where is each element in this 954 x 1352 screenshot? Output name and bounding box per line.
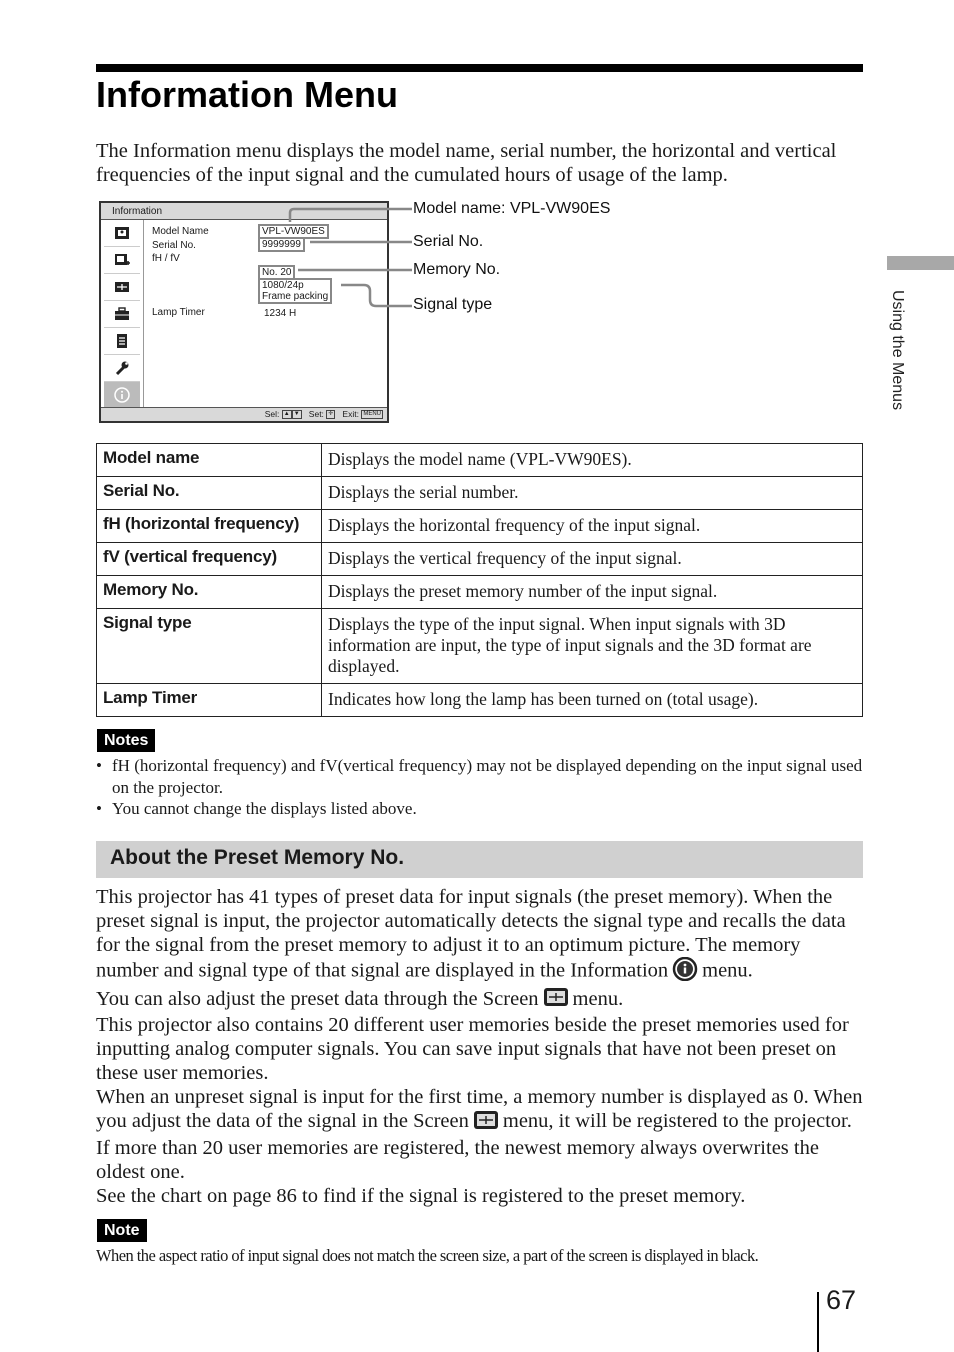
table-item: fV (vertical frequency) (96, 542, 322, 576)
table-item: Memory No. (96, 575, 322, 609)
chapter-tab (887, 256, 954, 270)
section-body: This projector has 41 types of preset da… (96, 885, 866, 1208)
body-text: menu. (572, 988, 624, 1010)
note-text: When the aspect ratio of input signal do… (96, 1246, 759, 1265)
table-description: Displays the vertical frequency of the i… (321, 542, 863, 576)
table-row: Signal type Displays the type of the inpu… (96, 608, 863, 684)
table-row: Model name Displays the model name (VPL-V… (96, 443, 863, 477)
body-paragraph: This projector has 41 types of preset da… (96, 885, 866, 987)
table-description: Displays the model name (VPL-VW90ES). (321, 443, 863, 477)
section-header: About the Preset Memory No. (96, 841, 863, 878)
callout-line-signal (341, 283, 412, 308)
table-row: Lamp Timer Indicates how long the lamp ha… (96, 683, 863, 717)
table-description: Displays the horizontal frequency of the… (321, 509, 863, 543)
table-description: Displays the preset memory number of the… (321, 575, 863, 609)
table-row: fV (vertical frequency) Displays the vert… (96, 542, 863, 576)
notes-badge: Notes (97, 729, 156, 752)
callout-memory-no: Memory No. (413, 261, 501, 278)
table-row: Serial No. Displays the serial number. (96, 476, 863, 510)
page-number-rule (817, 1292, 819, 1352)
table-item: Lamp Timer (96, 683, 322, 717)
information-icon (672, 956, 698, 987)
table-item: fH (horizontal frequency) (96, 509, 322, 543)
body-text: menu. (702, 959, 753, 982)
callout-line-model (288, 207, 412, 222)
body-paragraph: You can also adjust the preset data thro… (96, 987, 866, 1013)
information-items-table: Model name Displays the model name (VPL-V… (96, 443, 863, 717)
table-description: Indicates how long the lamp has been tur… (321, 683, 863, 717)
screen-icon (473, 1110, 499, 1136)
note-item: fH (horizontal frequency) and fV(vertica… (96, 755, 866, 798)
section-title: About the Preset Memory No. (110, 846, 405, 869)
note-badge: Note (97, 1219, 147, 1242)
table-description: Displays the serial number. (321, 476, 863, 510)
table-item: Serial No. (96, 476, 322, 510)
body-paragraph: See the chart on page 86 to find if the … (96, 1184, 746, 1207)
table-item: Model name (96, 443, 322, 477)
note-item: You cannot change the displays listed ab… (96, 798, 866, 820)
chapter-label: Using the Menus (878, 290, 918, 440)
callout-serial-no: Serial No. (413, 233, 484, 250)
chapter-label-text: Using the Menus (889, 290, 906, 411)
notes-list: fH (horizontal frequency) and fV(vertica… (96, 755, 866, 820)
body-paragraph: When an unpreset signal is input for the… (96, 1085, 866, 1183)
body-text: You can also adjust the preset data thro… (96, 988, 539, 1010)
table-item: Signal type (96, 608, 322, 684)
body-paragraph: This projector also contains 20 differen… (96, 1014, 849, 1085)
page-number: 67 (826, 1285, 857, 1315)
table-description: Displays the type of the input signal. W… (321, 608, 863, 684)
callout-model-name: Model name: VPL-VW90ES (413, 200, 611, 217)
callout-signal-type: Signal type (413, 296, 493, 313)
table-row: Memory No. Displays the preset memory num… (96, 575, 863, 609)
table-row: fH (horizontal frequency) Displays the ho… (96, 509, 863, 543)
screen-icon (543, 987, 569, 1013)
